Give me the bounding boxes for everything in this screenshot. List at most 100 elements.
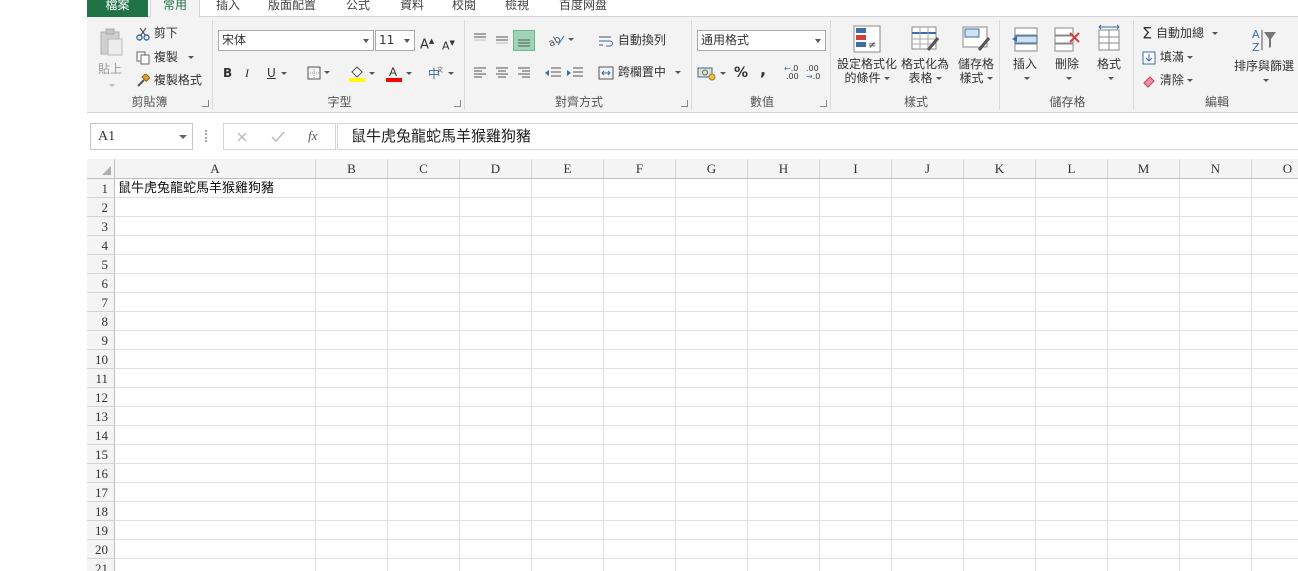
tab-review[interactable]: 校閱: [449, 0, 479, 17]
merge-center-button[interactable]: 跨欄置中: [598, 65, 681, 80]
column-header-e[interactable]: E: [532, 159, 604, 179]
column-header-a[interactable]: A: [115, 159, 316, 179]
row-header-21[interactable]: 21: [87, 559, 115, 571]
check-icon[interactable]: [271, 131, 285, 143]
row-header-6[interactable]: 6: [87, 274, 115, 293]
delete-cells-button[interactable]: 刪除: [1050, 24, 1084, 85]
alignment-launcher[interactable]: [681, 100, 688, 107]
row-header-1[interactable]: 1: [87, 179, 115, 198]
row-header-17[interactable]: 17: [87, 483, 115, 502]
row-header-2[interactable]: 2: [87, 198, 115, 217]
format-as-table-button[interactable]: 格式化為 表格: [899, 24, 951, 85]
chevron-down-icon[interactable]: [360, 31, 373, 50]
name-box[interactable]: A1: [90, 123, 193, 150]
cell-a1[interactable]: 鼠牛虎兔龍蛇馬羊猴雞狗豬: [118, 179, 274, 198]
insert-function-icon[interactable]: fx: [308, 128, 317, 144]
tab-baidu[interactable]: 百度网盘: [556, 0, 610, 17]
tab-formulas[interactable]: 公式: [343, 0, 373, 17]
column-header-b[interactable]: B: [316, 159, 388, 179]
grow-font-button[interactable]: A▲: [420, 34, 434, 52]
align-bottom-button[interactable]: [513, 30, 535, 51]
column-header-d[interactable]: D: [460, 159, 532, 179]
row-header-4[interactable]: 4: [87, 236, 115, 255]
shrink-font-button[interactable]: A▼: [442, 36, 455, 54]
font-launcher[interactable]: [454, 100, 461, 107]
tab-file[interactable]: 檔案: [87, 0, 148, 17]
column-header-o[interactable]: O: [1252, 159, 1298, 179]
row-header-15[interactable]: 15: [87, 445, 115, 464]
fill-color-button[interactable]: [348, 64, 375, 82]
align-top-icon[interactable]: [472, 31, 488, 47]
chevron-down-icon[interactable]: [812, 31, 825, 50]
underline-button[interactable]: U: [267, 66, 287, 80]
increase-indent-icon[interactable]: [566, 66, 584, 80]
accounting-format-button[interactable]: [697, 65, 726, 81]
cut-button[interactable]: 剪下: [136, 26, 178, 41]
row-header-16[interactable]: 16: [87, 464, 115, 483]
column-header-n[interactable]: N: [1180, 159, 1252, 179]
column-header-h[interactable]: H: [748, 159, 820, 179]
font-name-combo[interactable]: 宋体: [218, 30, 374, 51]
row-header-3[interactable]: 3: [87, 217, 115, 236]
tab-insert[interactable]: 插入: [213, 0, 243, 17]
orientation-button[interactable]: ab: [547, 32, 574, 49]
column-header-c[interactable]: C: [388, 159, 460, 179]
align-right-icon[interactable]: [516, 66, 532, 80]
row-header-9[interactable]: 9: [87, 331, 115, 350]
cell-styles-button[interactable]: 儲存格 樣式: [953, 24, 999, 85]
paste-button[interactable]: 貼上: [96, 26, 124, 87]
sort-filter-button[interactable]: AZ 排序與篩選: [1231, 26, 1297, 87]
conditional-formatting-button[interactable]: ≠ 設定格式化 的條件: [837, 24, 897, 85]
insert-cells-button[interactable]: 插入: [1008, 24, 1042, 85]
row-header-8[interactable]: 8: [87, 312, 115, 331]
format-cells-button[interactable]: 格式: [1092, 24, 1126, 85]
fill-button[interactable]: 填滿: [1142, 50, 1193, 65]
tab-view[interactable]: 檢視: [502, 0, 532, 17]
column-header-f[interactable]: F: [604, 159, 676, 179]
phonetic-button[interactable]: 中文: [427, 65, 454, 81]
number-format-combo[interactable]: 通用格式: [697, 30, 826, 51]
tab-home[interactable]: 常用: [150, 0, 200, 18]
column-header-l[interactable]: L: [1036, 159, 1108, 179]
align-left-icon[interactable]: [472, 66, 488, 80]
align-center-icon[interactable]: [494, 66, 510, 80]
decrease-decimal-button[interactable]: .00 →.0: [806, 65, 820, 81]
tab-page-layout[interactable]: 版面配置: [265, 0, 319, 17]
borders-button[interactable]: [307, 65, 330, 80]
clipboard-launcher[interactable]: [202, 100, 209, 107]
row-header-20[interactable]: 20: [87, 540, 115, 559]
copy-button[interactable]: 複製: [136, 50, 194, 65]
percent-button[interactable]: %: [734, 66, 748, 80]
align-middle-icon[interactable]: [494, 31, 510, 47]
column-header-m[interactable]: M: [1108, 159, 1180, 179]
italic-button[interactable]: I: [245, 66, 249, 80]
column-header-g[interactable]: G: [676, 159, 748, 179]
wrap-text-button[interactable]: 自動換列: [598, 33, 666, 48]
row-header-14[interactable]: 14: [87, 426, 115, 445]
autosum-button[interactable]: Σ 自動加總: [1142, 25, 1218, 41]
row-header-10[interactable]: 10: [87, 350, 115, 369]
row-header-19[interactable]: 19: [87, 521, 115, 540]
format-painter-button[interactable]: 複製格式: [136, 72, 202, 88]
select-all-button[interactable]: [87, 159, 115, 179]
font-size-combo[interactable]: 11: [375, 30, 415, 51]
row-header-5[interactable]: 5: [87, 255, 115, 274]
bold-button[interactable]: B: [223, 66, 232, 80]
cancel-icon[interactable]: [236, 131, 248, 143]
chevron-down-icon[interactable]: [401, 31, 414, 50]
column-header-i[interactable]: I: [820, 159, 892, 179]
row-header-7[interactable]: 7: [87, 293, 115, 312]
row-header-18[interactable]: 18: [87, 502, 115, 521]
column-header-k[interactable]: K: [964, 159, 1036, 179]
comma-button[interactable]: ,: [760, 62, 766, 78]
row-header-11[interactable]: 11: [87, 369, 115, 388]
row-header-12[interactable]: 12: [87, 388, 115, 407]
increase-decimal-button[interactable]: ←.0.00: [784, 65, 799, 81]
number-launcher[interactable]: [820, 100, 827, 107]
column-header-j[interactable]: J: [892, 159, 964, 179]
formula-input[interactable]: 鼠牛虎兔龍蛇馬羊猴雞狗豬: [337, 123, 1298, 150]
tab-data[interactable]: 資料: [397, 0, 427, 17]
font-color-button[interactable]: A: [385, 64, 412, 82]
row-header-13[interactable]: 13: [87, 407, 115, 426]
decrease-indent-icon[interactable]: [544, 66, 562, 80]
